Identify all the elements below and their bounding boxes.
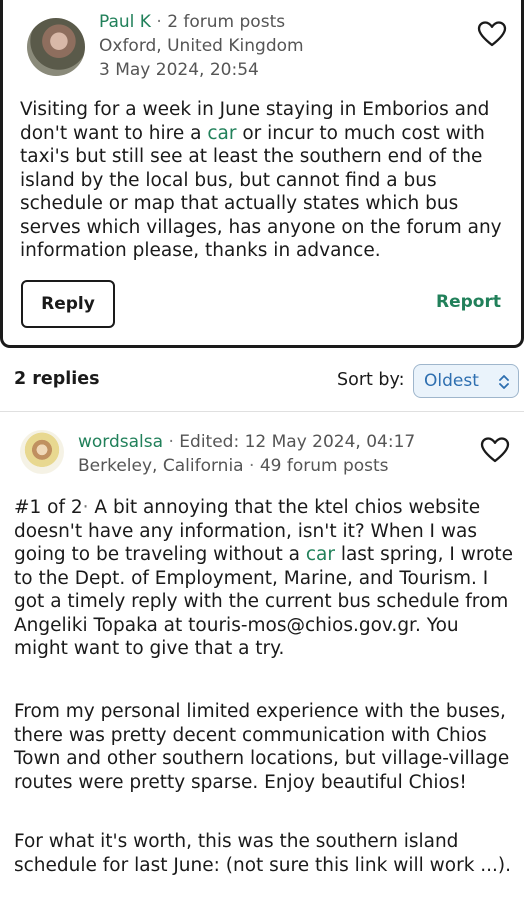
reply-button[interactable]: Reply — [21, 280, 115, 328]
reply-paragraph: For what it's worth, this was the southe… — [14, 831, 512, 876]
car-link[interactable]: car — [207, 123, 236, 144]
post-body: Visiting for a week in June staying in E… — [20, 98, 516, 263]
report-link[interactable]: Report — [436, 292, 501, 312]
author-post-count: 2 forum posts — [167, 12, 286, 32]
sort-value: Oldest — [424, 371, 479, 391]
sort-label: Sort by: — [337, 370, 405, 390]
separator-dot: · — [249, 456, 255, 476]
separator-dot: · — [168, 432, 174, 452]
chevron-updown-icon — [499, 375, 509, 389]
edited-timestamp: Edited: 12 May 2024, 04:17 — [179, 432, 416, 452]
avatar[interactable] — [20, 430, 64, 474]
author-name[interactable]: Paul K — [99, 12, 151, 32]
replies-header: 2 replies Sort by: Oldest — [0, 350, 524, 412]
separator-dot: · — [156, 12, 162, 32]
reply-paragraph: #1 of 2· A bit annoying that the ktel ch… — [14, 496, 514, 661]
heart-outline-icon[interactable] — [477, 20, 507, 48]
avatar[interactable] — [27, 18, 85, 76]
author-location: Oxford, United Kingdom — [99, 36, 304, 56]
author-name[interactable]: wordsalsa — [78, 432, 163, 452]
post-author-line: Paul K · 2 forum posts — [99, 12, 285, 32]
reply-paragraph: From my personal limited experience with… — [14, 701, 510, 793]
sort-dropdown[interactable]: Oldest — [413, 364, 519, 398]
reply-index: #1 of 2 — [14, 497, 83, 518]
reply-location-line: Berkeley, California · 49 forum posts — [78, 456, 389, 476]
author-location: Berkeley, California — [78, 456, 244, 476]
author-post-count: 49 forum posts — [259, 456, 389, 476]
replies-count: 2 replies — [14, 369, 100, 389]
post-timestamp: 3 May 2024, 20:54 — [99, 60, 259, 80]
original-post-card: Paul K · 2 forum posts Oxford, United Ki… — [0, 0, 524, 348]
car-link[interactable]: car — [306, 544, 335, 565]
reply-author-line: wordsalsa · Edited: 12 May 2024, 04:17 — [78, 432, 415, 452]
heart-outline-icon[interactable] — [480, 436, 510, 464]
